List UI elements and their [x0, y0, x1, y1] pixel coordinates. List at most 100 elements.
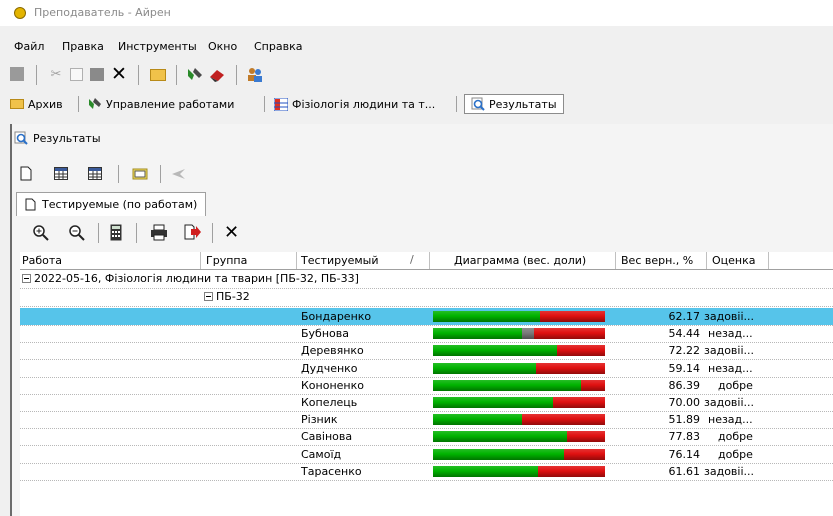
table-row[interactable]: Кононенко 86.39 добре	[20, 377, 833, 394]
table-row[interactable]: Дудченко 59.14 незад...	[20, 360, 833, 377]
zoom-in-icon[interactable]	[32, 224, 50, 242]
bar-wrong	[522, 414, 605, 426]
testee-name: Різник	[301, 413, 338, 427]
zoom-out-icon[interactable]	[68, 224, 86, 242]
column-work[interactable]: Работа	[22, 254, 62, 267]
grade-value: добре	[718, 447, 753, 461]
testee-name: Бубнова	[301, 327, 349, 341]
grade-value: незад...	[708, 413, 753, 427]
column-grade[interactable]: Оценка	[712, 254, 756, 267]
testee-name: Бондаренко	[301, 310, 372, 323]
tab-results[interactable]: Результаты	[464, 94, 564, 114]
back-arrow-icon[interactable]	[170, 167, 186, 181]
weight-correct-value: 51.89	[668, 413, 701, 427]
close-icon[interactable]: ✕	[224, 222, 239, 243]
table-row[interactable]: Деревянко 72.22 задовіі...	[20, 342, 833, 359]
collapse-icon[interactable]	[22, 274, 31, 283]
toolbar-separator	[98, 223, 99, 243]
testee-name: Самоїд	[301, 447, 342, 461]
bar-correct	[433, 379, 581, 391]
copy-icon[interactable]	[70, 68, 83, 81]
bar-correct	[433, 397, 554, 408]
column-divider[interactable]	[615, 252, 616, 269]
toolbar-separator	[236, 65, 237, 85]
grid-toolbar: ✕	[14, 220, 833, 246]
report-icon[interactable]	[132, 167, 148, 181]
table-row[interactable]: Тарасенко 61.61 задовіі...	[20, 463, 833, 480]
testee-name: Копелець	[301, 396, 358, 409]
column-divider[interactable]	[706, 252, 707, 269]
table-row[interactable]: Копелець 70.00 задовіі...	[20, 394, 833, 411]
tools-icon[interactable]	[186, 66, 204, 82]
tab-testees-by-works[interactable]: Тестируемые (по работам)	[16, 192, 207, 216]
group-row-group[interactable]: ПБ-32	[204, 290, 250, 303]
toolbar-separator	[212, 223, 213, 243]
score-bar	[433, 465, 605, 477]
testee-name: Дудченко	[301, 361, 358, 375]
grade-value: задовіі...	[704, 310, 755, 323]
score-bar	[433, 397, 605, 408]
new-document-icon[interactable]	[20, 166, 32, 181]
paste-icon[interactable]	[90, 68, 104, 81]
grade-value: незад...	[708, 361, 753, 375]
results-grid: Работа Группа Тестируемый / Диаграмма (в…	[20, 252, 833, 516]
tab-physiology[interactable]: Фізіологія людини та т...	[274, 94, 435, 114]
menu-help[interactable]: Справка	[254, 40, 302, 53]
export-icon[interactable]	[184, 224, 202, 241]
column-testee[interactable]: Тестируемый	[301, 254, 378, 267]
grade-value: добре	[718, 378, 753, 392]
table-row[interactable]: Бубнова 54.44 незад...	[20, 325, 833, 342]
toolbar-separator	[176, 65, 177, 85]
window-title: Преподаватель - Айрен	[34, 6, 171, 19]
eraser-icon[interactable]	[208, 67, 226, 82]
printer-icon[interactable]	[150, 224, 168, 241]
column-group[interactable]: Группа	[206, 254, 247, 267]
tools-icon	[89, 98, 101, 109]
toolbar-separator	[118, 165, 119, 183]
delete-icon[interactable]: ✕	[110, 63, 128, 85]
tab-archive[interactable]: Архив	[10, 94, 63, 114]
users-icon[interactable]	[246, 66, 264, 82]
table-row[interactable]: Бондаренко 62.17 задовіі...	[20, 308, 833, 325]
column-divider[interactable]	[768, 252, 769, 269]
menu-window[interactable]: Окно	[208, 40, 237, 53]
menu-edit[interactable]: Правка	[62, 40, 104, 53]
collapse-icon[interactable]	[204, 292, 213, 301]
row-divider	[20, 479, 833, 481]
table-view-icon[interactable]	[54, 167, 68, 180]
testee-name: Деревянко	[301, 344, 364, 358]
table-icon	[274, 97, 288, 111]
toolbar-separator	[136, 223, 137, 243]
column-divider[interactable]	[429, 252, 430, 269]
tab-work-management[interactable]: Управление работами	[88, 94, 234, 114]
grid-header: Работа Группа Тестируемый / Диаграмма (в…	[20, 252, 833, 270]
bar-correct	[433, 465, 538, 477]
column-weight-correct[interactable]: Вес верн., %	[621, 254, 693, 267]
column-divider[interactable]	[296, 252, 297, 269]
menu-file[interactable]: Файл	[14, 40, 44, 53]
magnifier-icon	[471, 97, 485, 111]
tab-label: Архив	[28, 97, 63, 111]
column-divider[interactable]	[200, 252, 201, 269]
calculator-icon[interactable]	[110, 224, 122, 241]
cut-icon[interactable]: ✂	[48, 66, 64, 82]
tab-label: Управление работами	[106, 97, 235, 111]
menu-tools[interactable]: Инструменты	[118, 40, 197, 53]
group-row-work[interactable]: 2022-05-16, Фізіологія людини та тварин …	[22, 272, 359, 285]
tab-label: Фізіологія людини та т...	[292, 97, 436, 111]
open-folder-icon[interactable]	[150, 69, 166, 81]
bar-correct	[433, 431, 568, 443]
table-row[interactable]: Савінова 77.83 добре	[20, 428, 833, 445]
weight-correct-value: 76.14	[668, 447, 701, 461]
toolbar-separator	[138, 65, 139, 85]
tab-separator	[78, 96, 79, 112]
table-row[interactable]: Різник 51.89 незад...	[20, 411, 833, 428]
stop-icon[interactable]	[10, 67, 24, 81]
column-diagram[interactable]: Диаграмма (вес. доли)	[454, 254, 586, 267]
bar-correct	[433, 414, 523, 426]
table-row[interactable]: Самоїд 76.14 добре	[20, 446, 833, 463]
table-edit-icon[interactable]	[88, 167, 102, 180]
main-toolbar: ✂ ✕	[0, 62, 833, 88]
bar-correct	[433, 345, 557, 357]
score-bar	[433, 311, 605, 322]
